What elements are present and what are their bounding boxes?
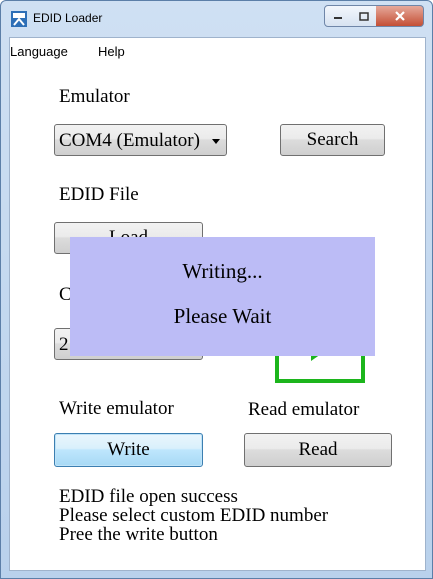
- app-icon: [11, 11, 27, 27]
- overlay-writing-text: Writing...: [182, 259, 263, 283]
- status-line: Please select custom EDID number: [59, 505, 329, 526]
- client-area: Language Help Emulator COM4 (Emulator) S…: [9, 37, 426, 571]
- app-window: EDID Loader Language Help Emulator COM4 …: [0, 0, 433, 579]
- read-button[interactable]: Read: [244, 433, 392, 467]
- title-bar[interactable]: EDID Loader: [1, 1, 432, 37]
- maximize-icon: [358, 11, 369, 21]
- menu-bar: Language Help: [10, 38, 425, 64]
- chevron-down-icon: [212, 139, 220, 144]
- status-line: Pree the write button: [59, 524, 218, 545]
- emulator-port-select[interactable]: COM4 (Emulator): [54, 124, 227, 156]
- custom-edid-value: 2: [59, 334, 69, 355]
- search-button[interactable]: Search: [280, 124, 385, 156]
- menu-language[interactable]: Language: [10, 44, 68, 59]
- status-line: EDID file open success: [59, 486, 238, 507]
- menu-help[interactable]: Help: [98, 44, 125, 59]
- read-emulator-label: Read emulator: [248, 399, 360, 420]
- emulator-label: Emulator: [59, 86, 130, 107]
- close-button[interactable]: [376, 5, 424, 27]
- maximize-button[interactable]: [351, 5, 377, 27]
- status-messages: EDID file open success Please select cus…: [59, 487, 328, 544]
- emulator-port-value: COM4 (Emulator): [59, 130, 200, 151]
- overlay-wait-text: Please Wait: [173, 304, 272, 328]
- edid-file-label: EDID File: [59, 184, 139, 205]
- minimize-icon: [334, 17, 342, 19]
- minimize-button[interactable]: [324, 5, 352, 27]
- write-emulator-label: Write emulator: [59, 398, 174, 419]
- writing-overlay: Writing... Please Wait: [70, 237, 375, 356]
- window-title: EDID Loader: [33, 11, 103, 25]
- write-button[interactable]: Write: [54, 433, 203, 467]
- close-icon: [394, 11, 405, 21]
